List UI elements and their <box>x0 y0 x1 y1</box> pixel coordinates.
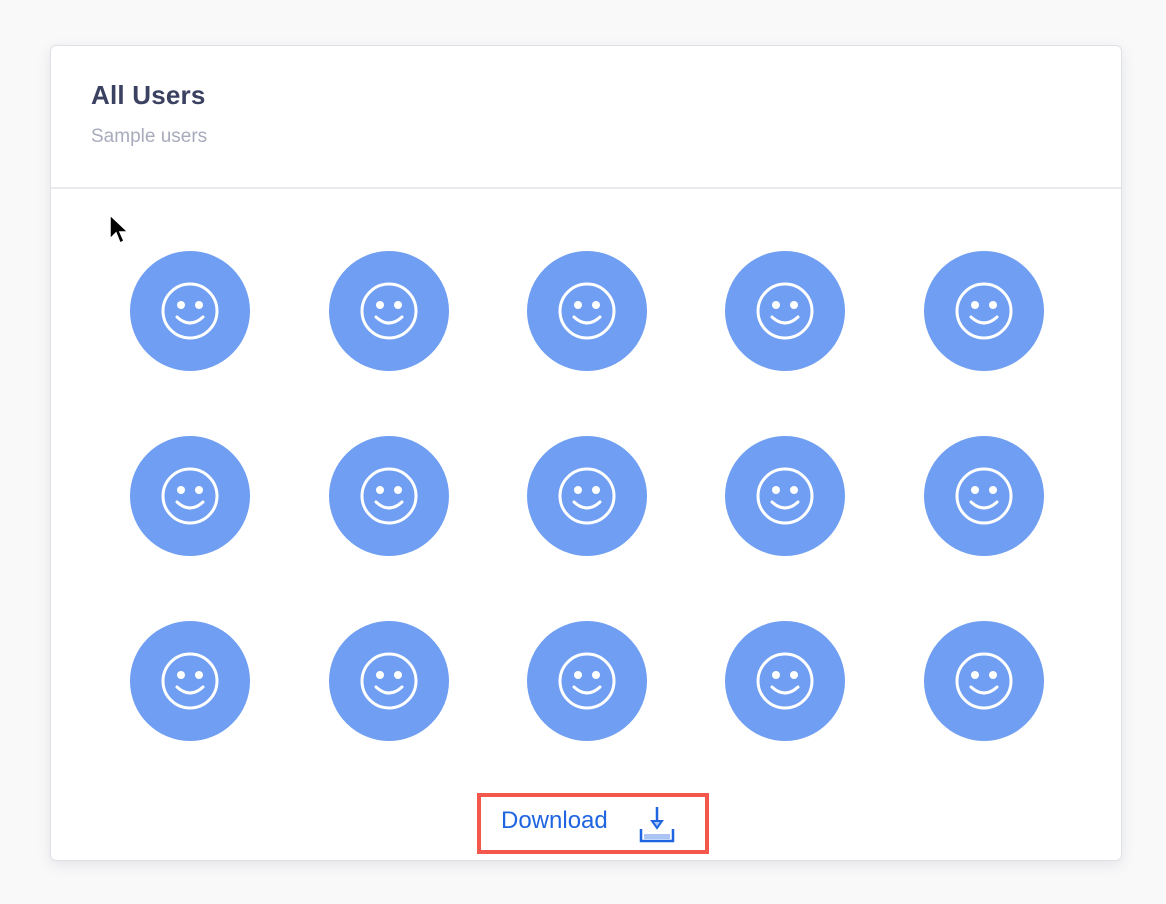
smiley-face-icon <box>558 282 616 340</box>
smiley-face-icon <box>955 652 1013 710</box>
user-avatar[interactable] <box>527 251 647 371</box>
user-avatar[interactable] <box>527 621 647 741</box>
smiley-face-icon <box>955 282 1013 340</box>
user-avatar[interactable] <box>130 436 250 556</box>
user-avatar[interactable] <box>329 251 449 371</box>
user-avatar[interactable] <box>527 436 647 556</box>
smiley-face-icon <box>360 467 418 525</box>
download-icon <box>639 807 675 843</box>
user-avatar[interactable] <box>725 436 845 556</box>
download-button[interactable]: Download <box>477 793 709 854</box>
user-avatar[interactable] <box>329 621 449 741</box>
smiley-face-icon <box>558 467 616 525</box>
smiley-face-icon <box>161 282 219 340</box>
user-avatar[interactable] <box>130 251 250 371</box>
download-label: Download <box>501 807 608 834</box>
card-subtitle: Sample users <box>91 126 208 147</box>
user-avatar[interactable] <box>130 621 250 741</box>
user-avatar[interactable] <box>924 436 1044 556</box>
smiley-face-icon <box>756 282 814 340</box>
card-header: All Users Sample users <box>51 46 1121 189</box>
smiley-face-icon <box>756 467 814 525</box>
smiley-face-icon <box>161 467 219 525</box>
users-card: All Users Sample users Download <box>50 45 1122 861</box>
smiley-face-icon <box>756 652 814 710</box>
smiley-face-icon <box>360 652 418 710</box>
user-avatar[interactable] <box>329 436 449 556</box>
smiley-face-icon <box>360 282 418 340</box>
user-avatar[interactable] <box>725 251 845 371</box>
smiley-face-icon <box>161 652 219 710</box>
user-avatar[interactable] <box>924 251 1044 371</box>
smiley-face-icon <box>955 467 1013 525</box>
mouse-cursor <box>109 213 130 245</box>
user-avatar[interactable] <box>924 621 1044 741</box>
smiley-face-icon <box>558 652 616 710</box>
user-avatar[interactable] <box>725 621 845 741</box>
card-title: All Users <box>91 80 206 110</box>
